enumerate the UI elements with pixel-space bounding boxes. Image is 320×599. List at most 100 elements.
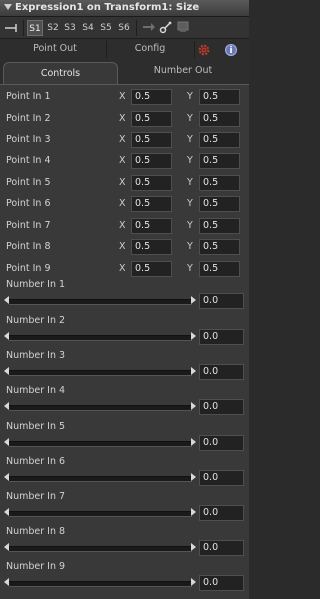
number-input[interactable]: 0.0 bbox=[199, 293, 244, 309]
point-x-input[interactable]: 0.5 bbox=[131, 239, 172, 255]
point-x-input[interactable]: 0.5 bbox=[131, 261, 172, 277]
slider-right-arrow-icon[interactable] bbox=[191, 402, 196, 410]
x-label: X bbox=[119, 113, 126, 124]
link-icon[interactable] bbox=[159, 20, 173, 34]
number-row: Number In 4 0.0 bbox=[0, 385, 249, 421]
tab-point-out[interactable]: Point Out bbox=[10, 43, 100, 57]
number-slider[interactable] bbox=[9, 546, 192, 552]
number-row: Number In 1 0.0 bbox=[0, 279, 249, 315]
point-y-input[interactable]: 0.5 bbox=[199, 111, 240, 127]
x-label: X bbox=[119, 134, 126, 145]
point-y-input[interactable]: 0.5 bbox=[199, 239, 240, 255]
collapse-arrow-icon[interactable] bbox=[4, 4, 12, 10]
slot-s5-button[interactable]: S5 bbox=[98, 20, 114, 36]
y-label: Y bbox=[187, 220, 193, 231]
slider-right-arrow-icon[interactable] bbox=[191, 578, 196, 586]
number-row: Number In 8 0.0 bbox=[0, 526, 249, 562]
toolbar: S1 S2 S3 S4 S5 S6 bbox=[0, 17, 249, 39]
number-slider[interactable] bbox=[9, 405, 192, 411]
y-label: Y bbox=[187, 113, 193, 124]
slider-right-arrow-icon[interactable] bbox=[191, 438, 196, 446]
controls-content: Point In 1 X 0.5 Y 0.5 Point In 2 X 0.5 … bbox=[0, 84, 249, 599]
number-input[interactable]: 0.0 bbox=[199, 435, 244, 451]
tab-controls[interactable]: Controls bbox=[3, 62, 118, 84]
number-label: Number In 4 bbox=[6, 385, 66, 396]
number-label: Number In 5 bbox=[6, 421, 66, 432]
slot-s3-button[interactable]: S3 bbox=[62, 20, 78, 36]
number-slider[interactable] bbox=[9, 476, 192, 482]
number-input[interactable]: 0.0 bbox=[199, 470, 244, 486]
panel-title: Expression1 on Transform1: Size bbox=[15, 2, 200, 13]
y-label: Y bbox=[187, 91, 193, 102]
x-label: X bbox=[119, 155, 126, 166]
number-input[interactable]: 0.0 bbox=[199, 329, 244, 345]
point-y-input[interactable]: 0.5 bbox=[199, 196, 240, 212]
top-tabs: Point Out Config bbox=[0, 39, 249, 62]
view-icon[interactable] bbox=[176, 20, 190, 34]
number-row: Number In 3 0.0 bbox=[0, 350, 249, 386]
point-row: Point In 4 X 0.5 Y 0.5 bbox=[0, 152, 249, 172]
gear-icon[interactable] bbox=[198, 44, 210, 56]
point-x-input[interactable]: 0.5 bbox=[131, 153, 172, 169]
x-label: X bbox=[119, 220, 126, 231]
number-label: Number In 6 bbox=[6, 456, 66, 467]
slider-right-arrow-icon[interactable] bbox=[191, 332, 196, 340]
number-label: Number In 9 bbox=[6, 561, 66, 572]
number-input[interactable]: 0.0 bbox=[199, 399, 244, 415]
point-x-input[interactable]: 0.5 bbox=[131, 111, 172, 127]
number-slider[interactable] bbox=[9, 335, 192, 341]
point-label: Point In 1 bbox=[6, 91, 51, 102]
slot-s1-button[interactable]: S1 bbox=[27, 20, 43, 36]
point-label: Point In 3 bbox=[6, 134, 51, 145]
slider-right-arrow-icon[interactable] bbox=[191, 296, 196, 304]
number-input[interactable]: 0.0 bbox=[199, 540, 244, 556]
point-y-input[interactable]: 0.5 bbox=[199, 89, 240, 105]
number-slider[interactable] bbox=[9, 370, 192, 376]
point-y-input[interactable]: 0.5 bbox=[199, 153, 240, 169]
slider-right-arrow-icon[interactable] bbox=[191, 367, 196, 375]
slider-right-arrow-icon[interactable] bbox=[191, 543, 196, 551]
inspector-panel: Expression1 on Transform1: Size S1 S2 S3… bbox=[0, 0, 249, 599]
number-label: Number In 2 bbox=[6, 315, 66, 326]
number-label: Number In 1 bbox=[6, 279, 66, 290]
x-label: X bbox=[119, 177, 126, 188]
slot-s2-button[interactable]: S2 bbox=[45, 20, 61, 36]
number-slider[interactable] bbox=[9, 581, 192, 587]
tab-number-out[interactable]: Number Out bbox=[120, 62, 246, 82]
info-icon[interactable]: i bbox=[225, 44, 237, 56]
number-input[interactable]: 0.0 bbox=[199, 505, 244, 521]
number-row: Number In 6 0.0 bbox=[0, 456, 249, 492]
point-row: Point In 7 X 0.5 Y 0.5 bbox=[0, 217, 249, 237]
y-label: Y bbox=[187, 155, 193, 166]
slider-right-arrow-icon[interactable] bbox=[191, 508, 196, 516]
number-slider[interactable] bbox=[9, 441, 192, 447]
title-bar[interactable]: Expression1 on Transform1: Size bbox=[0, 0, 249, 17]
number-input[interactable]: 0.0 bbox=[199, 364, 244, 380]
number-input[interactable]: 0.0 bbox=[199, 575, 244, 591]
slot-s6-button[interactable]: S6 bbox=[116, 20, 132, 36]
point-row: Point In 1 X 0.5 Y 0.5 bbox=[0, 88, 249, 108]
slider-right-arrow-icon[interactable] bbox=[191, 473, 196, 481]
point-label: Point In 4 bbox=[6, 155, 51, 166]
point-label: Point In 8 bbox=[6, 241, 51, 252]
point-y-input[interactable]: 0.5 bbox=[199, 132, 240, 148]
point-y-input[interactable]: 0.5 bbox=[199, 218, 240, 234]
point-y-input[interactable]: 0.5 bbox=[199, 261, 240, 277]
number-slider[interactable] bbox=[9, 511, 192, 517]
number-slider[interactable] bbox=[9, 299, 192, 305]
point-row: Point In 5 X 0.5 Y 0.5 bbox=[0, 174, 249, 194]
slot-s4-button[interactable]: S4 bbox=[80, 20, 96, 36]
pin-icon[interactable] bbox=[4, 23, 20, 33]
number-label: Number In 8 bbox=[6, 526, 66, 537]
arrow-right-icon[interactable] bbox=[142, 20, 156, 34]
point-x-input[interactable]: 0.5 bbox=[131, 218, 172, 234]
tab-config[interactable]: Config bbox=[107, 43, 193, 57]
point-y-input[interactable]: 0.5 bbox=[199, 175, 240, 191]
point-x-input[interactable]: 0.5 bbox=[131, 196, 172, 212]
point-row: Point In 3 X 0.5 Y 0.5 bbox=[0, 131, 249, 151]
point-x-input[interactable]: 0.5 bbox=[131, 89, 172, 105]
x-label: X bbox=[119, 198, 126, 209]
point-x-input[interactable]: 0.5 bbox=[131, 132, 172, 148]
point-x-input[interactable]: 0.5 bbox=[131, 175, 172, 191]
toolbar-divider bbox=[136, 20, 137, 36]
